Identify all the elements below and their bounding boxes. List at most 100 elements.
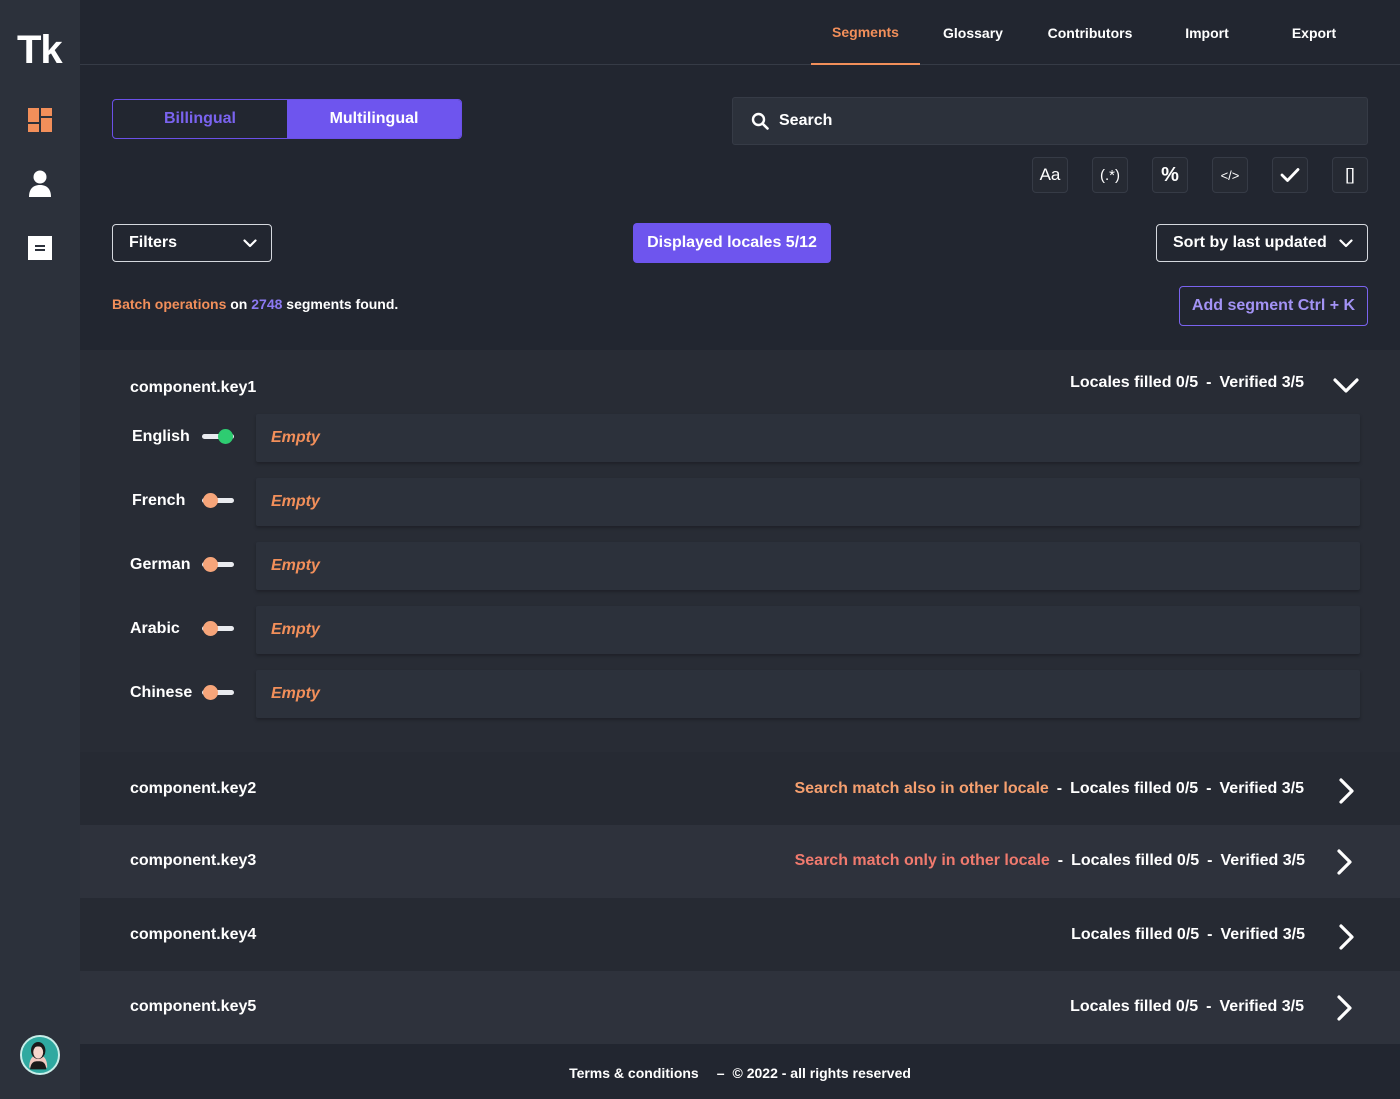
search-match-status: Search match only in other locale xyxy=(794,852,1050,869)
segment-card[interactable]: component.key2 Search match also in othe… xyxy=(80,752,1400,825)
terms-link[interactable]: Terms & conditions xyxy=(569,1065,699,1081)
verified-filter-button[interactable] xyxy=(1272,157,1308,193)
locale-name: French xyxy=(132,492,186,509)
batch-operations-text: Batch operations on 2748 segments found. xyxy=(112,296,398,312)
app-logo: Tk xyxy=(17,28,63,72)
search-match-status: Search match also in other locale xyxy=(794,780,1049,797)
add-segment-button[interactable]: Add segment Ctrl + K xyxy=(1179,286,1368,326)
locale-switch-off[interactable] xyxy=(200,557,236,573)
locale-switch-off[interactable] xyxy=(200,685,236,701)
chevron-right-icon[interactable] xyxy=(1330,994,1358,1022)
footer-dash: – xyxy=(716,1064,725,1081)
locale-row-chinese: Chinese Empty xyxy=(80,670,1400,718)
verified-count: Verified 3/5 xyxy=(1220,852,1306,869)
locales-filled: Locales filled 0/5 xyxy=(1071,926,1200,943)
billingual-button[interactable]: Billingual xyxy=(113,100,287,138)
locales-filled: Locales filled 0/5 xyxy=(1070,374,1199,391)
locale-name: Arabic xyxy=(130,620,180,637)
meta-separator: - xyxy=(1207,852,1213,869)
translation-input[interactable]: Empty xyxy=(256,606,1360,654)
sort-label: Sort by last updated xyxy=(1173,234,1327,251)
segment-key: component.key2 xyxy=(130,780,257,797)
locale-name: English xyxy=(132,428,190,445)
batch-operations-link[interactable]: Batch operations xyxy=(112,296,226,312)
locale-row-arabic: Arabic Empty xyxy=(80,606,1400,654)
filters-dropdown[interactable]: Filters xyxy=(112,224,272,262)
segment-key: component.key4 xyxy=(130,926,257,943)
chevron-right-icon[interactable] xyxy=(1330,848,1358,876)
chevron-right-icon[interactable] xyxy=(1332,923,1360,951)
tab-export[interactable]: Export xyxy=(1280,0,1348,65)
segment-card[interactable]: component.key3 Search match only in othe… xyxy=(80,825,1400,898)
segment-meta: Search match only in other locale - Locale… xyxy=(795,852,1305,870)
translation-input[interactable]: Empty xyxy=(256,478,1360,526)
search-input[interactable] xyxy=(779,112,1339,130)
segment-card[interactable]: component.key5 Locales filled 0/5- Verifi… xyxy=(80,971,1400,1044)
document-icon[interactable] xyxy=(26,234,54,262)
brackets-button[interactable]: [] xyxy=(1332,157,1368,193)
segment-meta: Locales filled 0/5- Verified 3/5 xyxy=(1070,374,1304,392)
verified-count: Verified 3/5 xyxy=(1220,926,1306,943)
locale-row-french: French Empty xyxy=(80,478,1400,526)
percent-button[interactable]: % xyxy=(1152,157,1188,193)
locale-switch-off[interactable] xyxy=(200,493,236,509)
match-case-button[interactable]: Aa xyxy=(1032,157,1068,193)
user-avatar[interactable] xyxy=(20,1035,60,1075)
chevron-down-icon[interactable] xyxy=(1332,371,1360,399)
tab-glossary[interactable]: Glossary xyxy=(932,0,1014,65)
segment-key: component.key1 xyxy=(130,379,257,396)
tab-import[interactable]: Import xyxy=(1174,0,1240,65)
segment-key: component.key5 xyxy=(130,998,257,1015)
segment-meta: Search match also in other locale - Locale… xyxy=(794,780,1304,798)
check-icon xyxy=(1280,168,1300,182)
segment-key: component.key3 xyxy=(130,852,257,869)
locale-switch-on[interactable] xyxy=(200,429,236,445)
meta-separator: - xyxy=(1206,998,1212,1015)
segment-card[interactable]: component.key4 Locales filled 0/5- Verifi… xyxy=(80,898,1400,971)
locales-filled: Locales filled 0/5 xyxy=(1071,852,1200,869)
segment-meta: Locales filled 0/5- Verified 3/5 xyxy=(1071,926,1305,944)
meta-separator: - xyxy=(1056,780,1063,797)
locale-name: Chinese xyxy=(130,684,193,701)
displayed-locales-button[interactable]: Displayed locales 5/12 xyxy=(633,223,831,263)
chevron-down-icon xyxy=(243,238,257,247)
search-bar xyxy=(732,97,1368,145)
locale-switch-off[interactable] xyxy=(200,621,236,637)
multilingual-button[interactable]: Multilingual xyxy=(287,100,461,138)
copyright-text: © 2022 - all rights reserved xyxy=(732,1064,911,1081)
chevron-right-icon[interactable] xyxy=(1332,777,1360,805)
locale-row-german: German Empty xyxy=(80,542,1400,590)
translation-input[interactable]: Empty xyxy=(256,414,1360,462)
filters-label: Filters xyxy=(129,234,178,251)
regex-button[interactable]: (.*) xyxy=(1092,157,1128,193)
sort-dropdown[interactable]: Sort by last updated xyxy=(1156,224,1368,262)
tab-contributors[interactable]: Contributors xyxy=(1040,0,1140,65)
search-icon xyxy=(751,112,769,130)
verified-count: Verified 3/5 xyxy=(1219,780,1305,797)
meta-separator: - xyxy=(1206,780,1212,797)
code-tag-button[interactable]: </> xyxy=(1212,157,1248,193)
chevron-down-icon xyxy=(1339,238,1353,247)
translation-input[interactable]: Empty xyxy=(256,670,1360,718)
tab-segments[interactable]: Segments xyxy=(811,0,920,65)
verified-count: Verified 3/5 xyxy=(1219,374,1305,391)
batch-suffix: segments found. xyxy=(286,296,399,312)
mode-toggle: Billingual Multilingual xyxy=(112,99,462,139)
footer: Terms & conditions – © 2022 - all rights… xyxy=(80,1046,1400,1099)
meta-separator: - xyxy=(1207,926,1213,943)
locale-row-english: English Empty xyxy=(80,414,1400,462)
locale-name: German xyxy=(130,556,191,573)
verified-count: Verified 3/5 xyxy=(1219,998,1305,1015)
segment-count: 2748 xyxy=(251,296,283,312)
dashboard-icon[interactable] xyxy=(26,106,54,134)
segment-card: component.key1 Locales filled 0/5- Verifi… xyxy=(80,350,1400,752)
avatar-portrait-icon xyxy=(22,1037,55,1070)
segment-meta: Locales filled 0/5- Verified 3/5 xyxy=(1070,998,1304,1016)
meta-separator: - xyxy=(1057,852,1064,869)
locales-filled: Locales filled 0/5 xyxy=(1070,998,1199,1015)
locales-filled: Locales filled 0/5 xyxy=(1070,780,1199,797)
translation-input[interactable]: Empty xyxy=(256,542,1360,590)
sidebar: Tk xyxy=(0,0,80,1099)
batch-on: on xyxy=(230,296,248,312)
user-icon[interactable] xyxy=(26,169,54,197)
